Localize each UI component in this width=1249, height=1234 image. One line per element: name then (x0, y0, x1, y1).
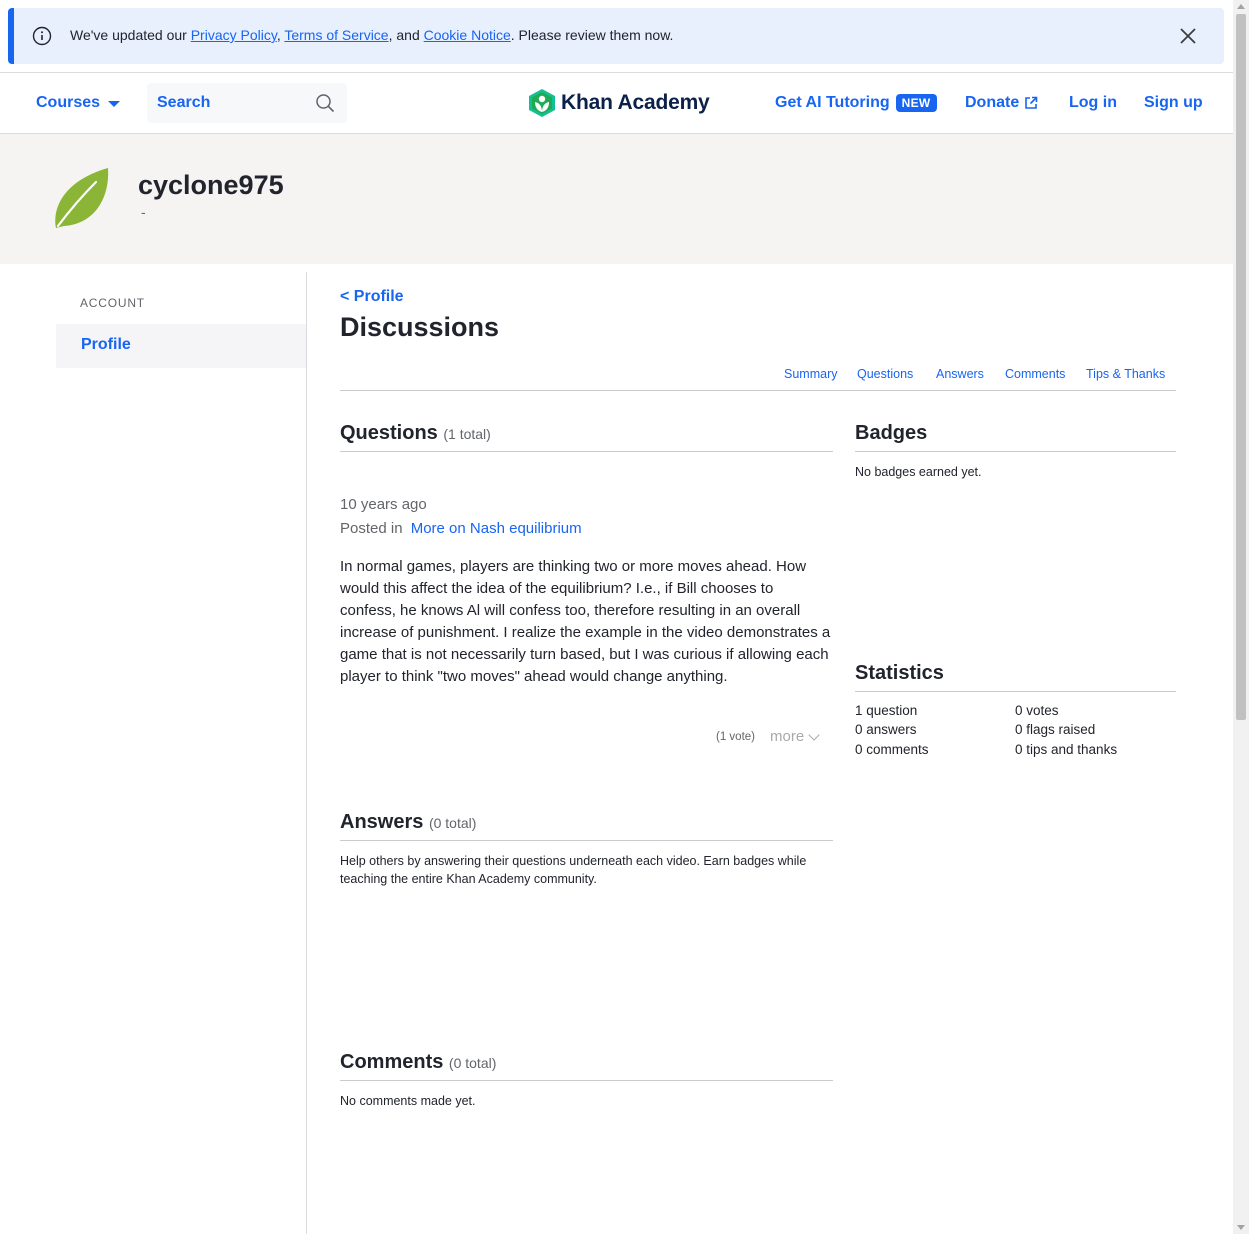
badges-divider (855, 451, 1176, 452)
question-timestamp: 10 years ago (340, 496, 427, 513)
search-icon (316, 94, 335, 113)
tab-summary[interactable]: Summary (784, 367, 837, 381)
tab-comments[interactable]: Comments (1005, 367, 1065, 381)
sidebar-item-profile[interactable]: Profile (56, 324, 306, 368)
back-to-profile-link[interactable]: < Profile (340, 288, 404, 306)
ai-tutoring-label: Get AI Tutoring (775, 94, 890, 111)
stat-comments: 0 comments (855, 742, 929, 757)
badges-heading: Badges (855, 422, 928, 444)
tab-tips-thanks[interactable]: Tips & Thanks (1086, 367, 1165, 381)
scroll-down-arrow-icon[interactable] (1237, 1225, 1245, 1230)
new-badge: NEW (895, 94, 937, 112)
stat-questions: 1 question (855, 703, 918, 718)
scroll-up-arrow-icon[interactable] (1237, 4, 1245, 9)
page-title: Discussions (340, 312, 500, 342)
comments-title: Comments (340, 1051, 444, 1073)
nickname: - (141, 204, 146, 220)
questions-title: Questions (340, 422, 438, 444)
questions-heading: Questions (1 total) (340, 422, 491, 445)
banner-prefix: We've updated our (70, 27, 191, 43)
statistics-heading: Statistics (855, 662, 944, 684)
answers-divider (340, 840, 833, 841)
tab-answers[interactable]: Answers (936, 367, 984, 381)
terms-link[interactable]: Terms of Service (284, 27, 388, 43)
tab-questions[interactable]: Questions (857, 367, 913, 381)
courses-label: Courses (36, 94, 101, 111)
discussion-tabs: Summary Questions Answers Comments Tips … (0, 367, 1166, 385)
statistics-divider (855, 691, 1176, 692)
cookie-notice-link[interactable]: Cookie Notice (424, 27, 511, 43)
question-posted-in: Posted in More on Nash equilibrium (340, 520, 582, 537)
comments-heading: Comments (0 total) (340, 1051, 496, 1074)
answers-total: (0 total) (428, 815, 477, 831)
search-input[interactable]: Search (147, 83, 347, 123)
sidebar-item-label: Profile (81, 336, 131, 353)
comments-total: (0 total) (448, 1055, 497, 1071)
external-link-icon (1025, 96, 1038, 109)
logo-text: Khan Academy (561, 91, 710, 114)
caret-down-icon (108, 101, 121, 107)
donate-label: Donate (965, 94, 1020, 111)
questions-divider (340, 451, 833, 452)
khan-logo-icon (529, 89, 555, 117)
posted-in-link[interactable]: More on Nash equilibrium (411, 520, 582, 537)
posted-in-label: Posted in (340, 520, 403, 537)
chevron-down-icon (808, 728, 820, 741)
info-icon (32, 26, 52, 46)
sidebar-divider (306, 272, 307, 1234)
khan-academy-logo[interactable]: Khan Academy (529, 89, 710, 117)
tabs-divider (340, 390, 1176, 391)
comments-divider (340, 1080, 833, 1081)
stat-flags: 0 flags raised (1015, 722, 1096, 737)
leaf-avatar-icon (55, 168, 109, 228)
stat-tips: 0 tips and thanks (1015, 742, 1118, 757)
stat-votes: 0 votes (1015, 703, 1059, 718)
comments-empty-message: No comments made yet. (340, 1094, 476, 1108)
banner-suffix: . Please review them now. (510, 27, 674, 43)
banner-sep: , and (388, 27, 424, 43)
username: cyclone975 (138, 170, 284, 200)
scroll-thumb[interactable] (1236, 14, 1246, 720)
top-nav: Courses Search Khan Academy Get AI Tutor… (0, 72, 1233, 134)
profile-header: cyclone975 - (0, 134, 1233, 264)
question-votes: (1 vote) (716, 731, 755, 743)
login-link[interactable]: Log in (1069, 94, 1117, 112)
close-icon[interactable] (1178, 26, 1198, 46)
page-scrollbar[interactable] (1233, 0, 1249, 1234)
search-placeholder: Search (157, 94, 211, 111)
privacy-policy-link[interactable]: Privacy Policy (191, 27, 277, 43)
courses-dropdown[interactable]: Courses (36, 94, 121, 112)
policy-banner: We've updated our Privacy Policy, Terms … (8, 8, 1224, 64)
stat-answers: 0 answers (855, 722, 917, 737)
answers-heading: Answers (0 total) (340, 811, 476, 834)
answers-title: Answers (340, 811, 424, 833)
question-more-button[interactable]: more (770, 728, 820, 745)
question-body: In normal games, players are thinking tw… (340, 558, 831, 685)
answers-empty-message: Help others by answering their questions… (340, 854, 807, 886)
banner-message: We've updated our Privacy Policy, Terms … (70, 27, 673, 43)
questions-total: (1 total) (443, 426, 491, 442)
badges-empty-message: No badges earned yet. (855, 465, 982, 479)
ai-tutoring-link[interactable]: Get AI Tutoring NEW (775, 94, 937, 112)
sidebar-section-account: ACCOUNT (80, 296, 145, 310)
donate-link[interactable]: Donate (965, 94, 1038, 112)
more-label: more (770, 728, 805, 745)
signup-link[interactable]: Sign up (1144, 94, 1203, 112)
